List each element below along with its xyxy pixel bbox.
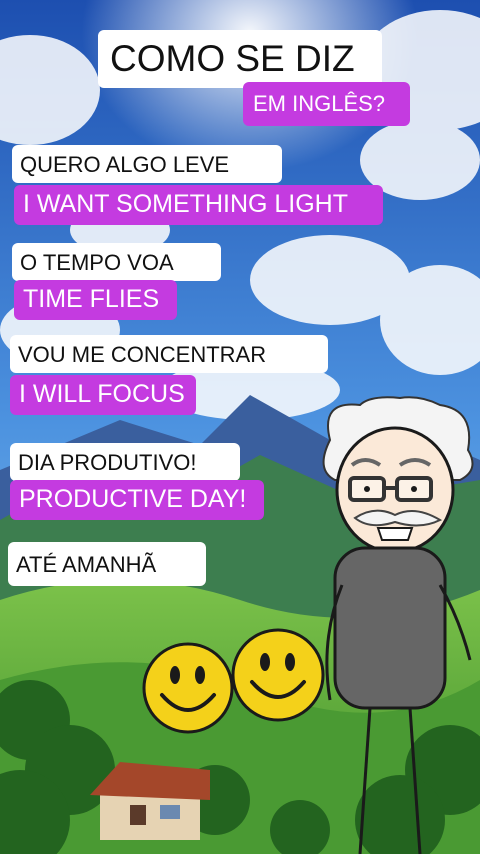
phrase-3-english: I WILL FOCUS — [10, 375, 196, 415]
phrase-3-portuguese: VOU ME CONCENTRAR — [10, 335, 328, 373]
phrase-1-portuguese: QUERO ALGO LEVE — [12, 145, 282, 183]
page-subtitle: EM INGLÊS? — [243, 82, 410, 126]
phrase-5-portuguese: ATÉ AMANHÃ — [8, 542, 206, 586]
page-title: COMO SE DIZ — [98, 30, 382, 88]
phrase-4-portuguese: DIA PRODUTIVO! — [10, 443, 240, 481]
landscape-background — [0, 0, 480, 854]
phrase-2-portuguese: O TEMPO VOA — [12, 243, 221, 281]
phrase-2-english: TIME FLIES — [14, 280, 177, 320]
phrase-4-english: PRODUCTIVE DAY! — [10, 480, 264, 520]
phrase-1-english: I WANT SOMETHING LIGHT — [14, 185, 383, 225]
